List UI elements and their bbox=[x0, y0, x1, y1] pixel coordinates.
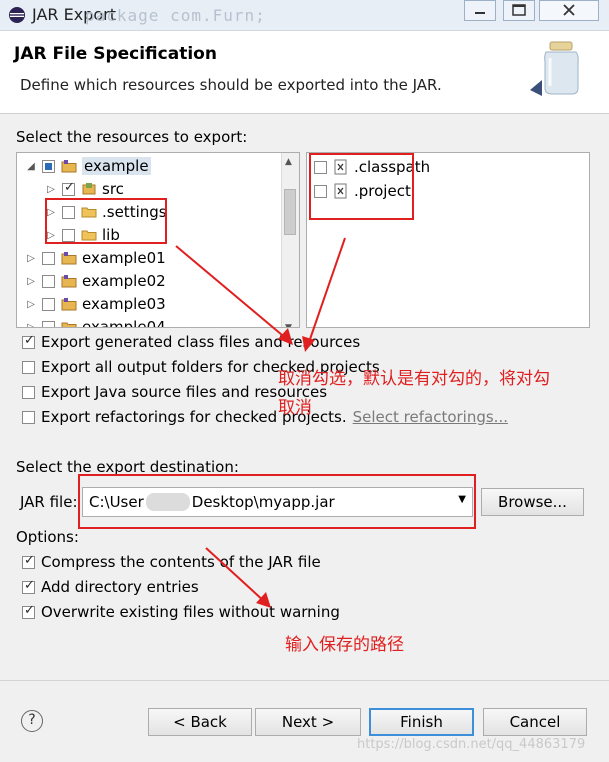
finish-button[interactable]: Finish bbox=[369, 708, 474, 736]
csdn-watermark: https://blog.csdn.net/qq_44863179 bbox=[357, 737, 586, 752]
next-button[interactable]: Next > bbox=[255, 708, 361, 736]
arrow-head-2 bbox=[302, 336, 315, 352]
arrow-line-1 bbox=[175, 245, 289, 341]
back-button[interactable]: < Back bbox=[148, 708, 252, 736]
annotation-arrows bbox=[175, 237, 346, 608]
cancel-button[interactable]: Cancel bbox=[483, 708, 587, 736]
arrow-head-3 bbox=[256, 592, 271, 608]
help-icon[interactable]: ? bbox=[21, 710, 43, 732]
footer-divider bbox=[0, 680, 609, 681]
arrow-line-3 bbox=[205, 547, 267, 604]
arrow-line-2 bbox=[307, 237, 346, 346]
arrow-head-1 bbox=[278, 328, 293, 345]
